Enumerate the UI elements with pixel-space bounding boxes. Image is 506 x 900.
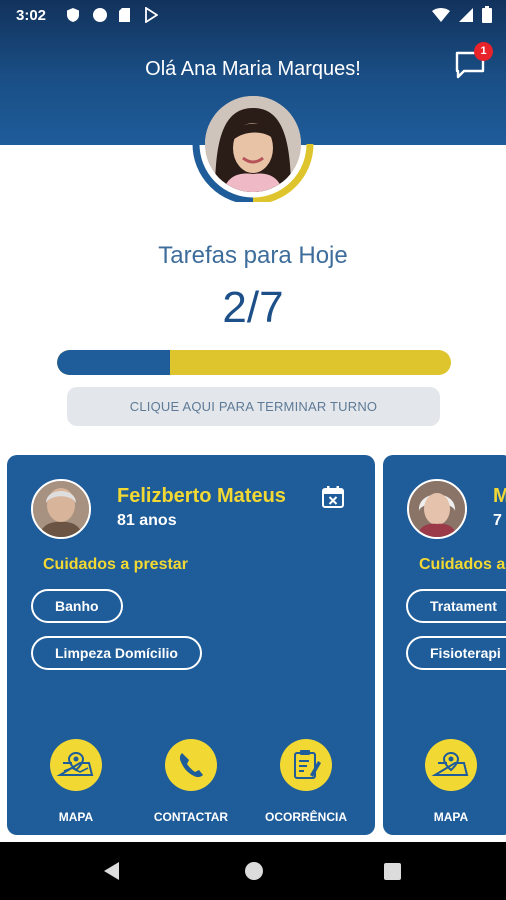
wifi-icon bbox=[432, 7, 450, 28]
map-action[interactable]: MAPA bbox=[31, 739, 121, 824]
service-chip[interactable]: Banho bbox=[31, 589, 123, 623]
map-icon bbox=[50, 751, 102, 795]
greeting-text: Olá Ana Maria Marques! bbox=[145, 58, 361, 80]
patient-age: 81 anos bbox=[117, 512, 177, 529]
care-title: Cuidados a prestar bbox=[43, 556, 188, 573]
patient-name: M bbox=[493, 485, 506, 507]
phone-icon bbox=[165, 753, 217, 795]
contact-label: CONTACTAR bbox=[153, 810, 229, 824]
service-chip[interactable]: Fisioterapi bbox=[406, 636, 506, 670]
service-chip[interactable]: Limpeza Domícilio bbox=[31, 636, 202, 670]
tasks-progress-bar bbox=[57, 350, 451, 375]
patient-card[interactable]: M 7 Cuidados a Tratament Fisioterapi MAP… bbox=[383, 455, 506, 835]
status-icons-left bbox=[66, 6, 159, 24]
status-bar: 3:02 bbox=[0, 0, 506, 32]
patient-name: Felizberto Mateus bbox=[117, 485, 286, 507]
tasks-title: Tarefas para Hoje bbox=[158, 242, 348, 269]
avatar[interactable] bbox=[205, 96, 301, 192]
patient-photo bbox=[407, 479, 467, 539]
home-icon[interactable] bbox=[245, 862, 263, 880]
service-chip[interactable]: Tratament bbox=[406, 589, 506, 623]
system-nav-bar bbox=[0, 842, 506, 900]
status-time: 3:02 bbox=[16, 7, 47, 24]
tasks-progress-fill bbox=[57, 350, 170, 375]
sd-card-icon bbox=[118, 7, 132, 23]
contact-action[interactable]: CONTACTAR bbox=[146, 739, 236, 824]
end-shift-button[interactable]: CLIQUE AQUI PARA TERMINAR TURNO bbox=[67, 387, 440, 426]
map-label: MAPA bbox=[58, 810, 94, 824]
recent-apps-icon[interactable] bbox=[384, 863, 401, 880]
patient-age: 7 bbox=[493, 512, 502, 529]
map-icon bbox=[425, 751, 477, 795]
shield-icon bbox=[66, 7, 80, 23]
map-button[interactable] bbox=[50, 739, 102, 791]
chat-icon bbox=[454, 51, 488, 84]
tasks-count: 2/7 bbox=[222, 283, 284, 332]
occurrence-action[interactable]: OCORRÊNCIA bbox=[261, 739, 351, 824]
signal-icon bbox=[458, 7, 474, 28]
patient-photo bbox=[31, 479, 91, 539]
back-icon[interactable] bbox=[104, 862, 119, 880]
patient-card[interactable]: Felizberto Mateus 81 anos Cuidados a pre… bbox=[7, 455, 375, 835]
status-icons-right bbox=[432, 6, 492, 28]
calendar-remove-icon[interactable] bbox=[321, 485, 345, 509]
battery-icon bbox=[482, 6, 492, 28]
care-title: Cuidados a bbox=[419, 556, 506, 573]
map-button[interactable] bbox=[425, 739, 477, 791]
notification-badge: 1 bbox=[474, 42, 493, 61]
occurrence-label: OCORRÊNCIA bbox=[264, 810, 347, 824]
map-action[interactable]: MAPA bbox=[406, 739, 496, 824]
cloud-icon bbox=[92, 7, 107, 23]
play-store-icon bbox=[144, 6, 159, 24]
map-label: MAPA bbox=[433, 810, 469, 824]
occurrence-button[interactable] bbox=[280, 739, 332, 791]
contact-button[interactable] bbox=[165, 739, 217, 791]
clipboard-icon bbox=[280, 750, 332, 795]
